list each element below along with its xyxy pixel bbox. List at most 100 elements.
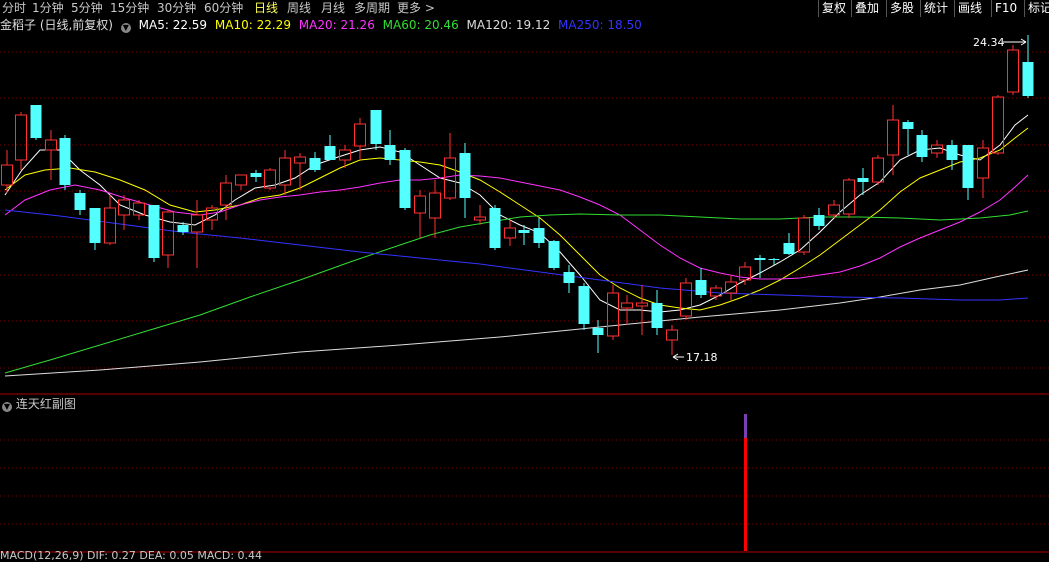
candle-body — [459, 153, 471, 198]
candle — [309, 152, 321, 172]
candle-body — [133, 202, 145, 216]
candle — [680, 278, 692, 320]
candle-body — [695, 280, 707, 295]
candle-body — [680, 282, 692, 317]
candle — [459, 143, 471, 218]
candle-body — [592, 328, 604, 335]
candle-body — [548, 241, 560, 268]
candle — [798, 215, 810, 255]
candle — [370, 110, 382, 150]
candle — [592, 320, 604, 353]
candle — [59, 135, 71, 190]
candle-body — [768, 259, 780, 260]
signal-bar — [744, 438, 747, 551]
candle — [1022, 35, 1034, 98]
candle — [354, 118, 366, 160]
candle — [962, 145, 974, 200]
candle — [399, 148, 411, 210]
candle-body — [324, 146, 336, 160]
candle — [429, 180, 441, 238]
candle-body — [518, 230, 530, 233]
candle-body — [754, 258, 766, 260]
candle-body — [843, 179, 855, 215]
macd-label: MACD(12,26,9) DIF: 0.27 DEA: 0.05 MACD: … — [0, 549, 263, 562]
candle — [235, 174, 247, 190]
candle — [725, 275, 737, 300]
kline-chart[interactable]: 24.34 17.18 — [0, 0, 1049, 560]
candle-body — [235, 174, 247, 186]
candle-body — [384, 145, 396, 160]
candle-body — [250, 173, 262, 177]
candle-body — [887, 119, 899, 156]
candle-body — [220, 182, 232, 206]
candle — [607, 285, 619, 340]
candle-body — [533, 228, 545, 243]
candle — [133, 200, 145, 220]
candle — [843, 178, 855, 218]
candle-body — [1022, 62, 1034, 96]
candle — [45, 130, 57, 180]
candle — [74, 190, 86, 215]
candle — [977, 140, 989, 198]
candle-body — [489, 208, 501, 248]
candle — [916, 130, 928, 162]
candle-body — [118, 199, 130, 216]
ma120-line — [4, 269, 1029, 377]
chart-grid — [0, 51, 1049, 553]
candle — [828, 200, 840, 218]
low-price-label: 17.18 — [686, 351, 718, 364]
sub-chart-title: 连天红副图 — [15, 397, 76, 411]
candle — [89, 208, 101, 250]
candle — [162, 210, 174, 268]
candle — [104, 195, 116, 245]
candlesticks — [1, 35, 1034, 355]
candle — [384, 130, 396, 165]
candle-body — [563, 272, 575, 283]
signal-bar-top — [744, 414, 747, 438]
candle-body — [15, 114, 27, 161]
candle — [324, 135, 336, 160]
candle — [148, 205, 160, 262]
candle — [739, 262, 751, 285]
candle-body — [636, 302, 648, 307]
candle-body — [474, 216, 486, 221]
macd-info: MACD(12,26,9) DIF: 0.27 DEA: 0.05 MACD: … — [0, 550, 262, 562]
candle-body — [414, 195, 426, 214]
candle — [250, 170, 262, 182]
candle-body — [59, 138, 71, 185]
sub-chart-header: ▼ 连天红副图 — [2, 396, 76, 412]
candle — [444, 133, 456, 200]
candle-body — [621, 302, 633, 309]
candle-body — [399, 150, 411, 208]
candle-body — [578, 286, 590, 324]
candle-body — [857, 178, 869, 182]
collapse-icon[interactable]: ▼ — [2, 402, 12, 412]
candle — [15, 112, 27, 170]
candle-body — [30, 105, 42, 138]
candle-body — [902, 122, 914, 129]
candle-body — [104, 207, 116, 244]
candle — [768, 258, 780, 265]
candle-body — [279, 157, 291, 186]
candle — [783, 233, 795, 255]
candle-body — [1, 164, 13, 186]
candle-body — [607, 292, 619, 337]
candle-body — [725, 281, 737, 294]
high-price-label: 24.34 — [973, 36, 1005, 49]
candle-body — [45, 139, 57, 151]
candle — [489, 205, 501, 250]
candle-body — [783, 243, 795, 254]
candle-body — [177, 225, 189, 232]
candle — [294, 153, 306, 190]
candle-body — [977, 147, 989, 179]
candle — [666, 325, 678, 355]
candle — [220, 175, 232, 220]
candle — [279, 150, 291, 195]
candle-body — [916, 135, 928, 157]
candle — [902, 120, 914, 155]
candle-body — [946, 145, 958, 160]
candle-body — [148, 205, 160, 258]
sub-chart — [744, 414, 747, 551]
candle-body — [294, 156, 306, 164]
candle — [30, 105, 42, 140]
